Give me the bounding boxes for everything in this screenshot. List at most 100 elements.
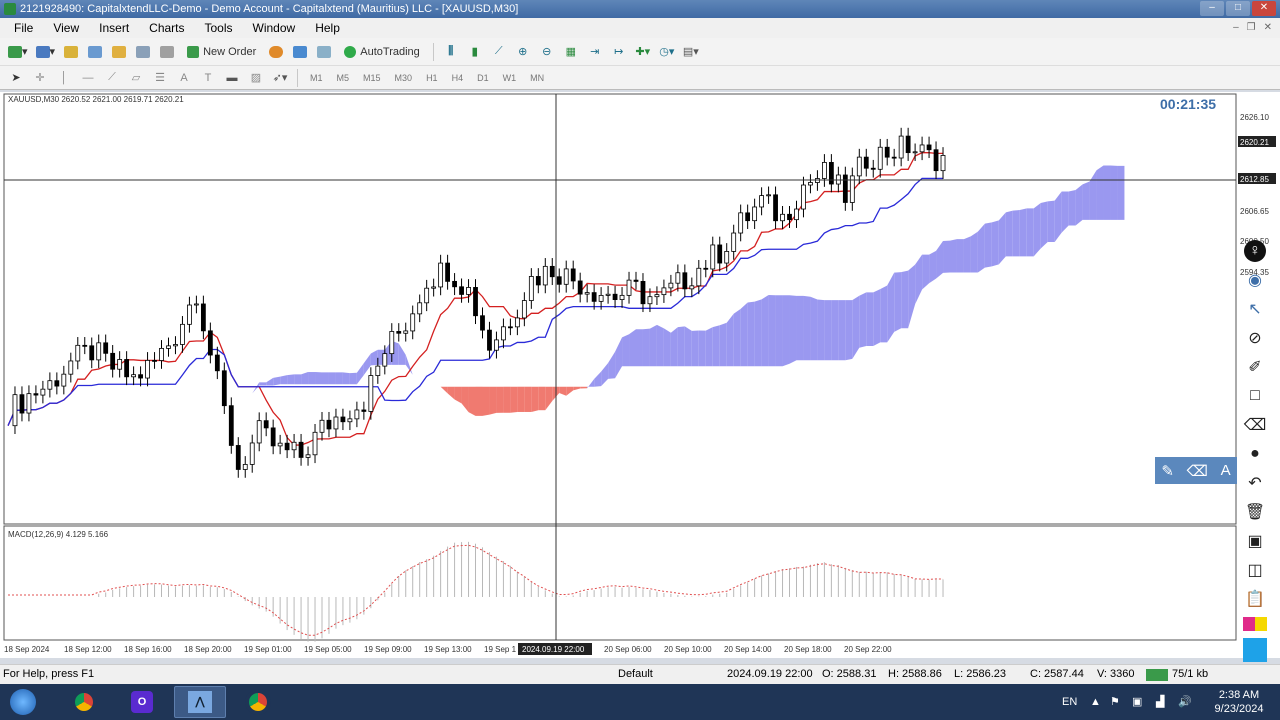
undo-icon[interactable]: ↶ xyxy=(1244,472,1266,494)
cloud-segment xyxy=(1082,181,1090,220)
line-chart-button[interactable]: ⟋ xyxy=(489,42,509,62)
menu-tools[interactable]: Tools xyxy=(195,21,243,35)
crosshair-button[interactable]: ✛ xyxy=(30,68,50,88)
text-button[interactable]: A xyxy=(174,68,194,88)
candlestick-chart-button[interactable]: ▮ xyxy=(465,42,485,62)
metaeditor-button[interactable] xyxy=(266,42,286,62)
navigator-button[interactable] xyxy=(109,42,129,62)
chart-shift-button[interactable]: ⇥ xyxy=(585,42,605,62)
taskbar-obs[interactable]: O xyxy=(116,686,168,718)
tray-app-icon[interactable]: ▣ xyxy=(1132,684,1142,720)
timeframe-m5[interactable]: M5 xyxy=(332,73,355,83)
close-button[interactable]: ✕ xyxy=(1252,1,1276,16)
laser-icon[interactable]: ⊘ xyxy=(1244,327,1266,349)
trash-icon[interactable]: 🗑 xyxy=(1244,501,1266,523)
candle-body xyxy=(773,194,778,222)
horizontal-line-button[interactable]: — xyxy=(78,68,98,88)
templates-button[interactable]: ▤▾ xyxy=(681,42,701,62)
chrome-icon xyxy=(71,689,97,715)
shapes-button[interactable]: ▨ xyxy=(246,68,266,88)
data-window-button[interactable] xyxy=(85,42,105,62)
network-icon[interactable]: ▟ xyxy=(1156,684,1164,720)
color-palette-icon[interactable] xyxy=(1243,617,1267,631)
menu-charts[interactable]: Charts xyxy=(139,21,194,35)
market-watch-button[interactable] xyxy=(61,42,81,62)
candle-body xyxy=(368,375,374,412)
timeframe-m15[interactable]: M15 xyxy=(358,73,386,83)
eraser-icon[interactable]: ⌫ xyxy=(1187,462,1208,480)
timeframe-w1[interactable]: W1 xyxy=(498,73,522,83)
tile-windows-button[interactable]: ▦ xyxy=(561,42,581,62)
fibonacci-button[interactable]: ☰ xyxy=(150,68,170,88)
strategy-tester-button[interactable] xyxy=(157,42,177,62)
taskbar-chrome-2[interactable] xyxy=(232,686,284,718)
mdi-close-button[interactable]: ✕ xyxy=(1264,22,1272,33)
cloud-segment xyxy=(929,250,937,284)
dot-icon[interactable]: ● xyxy=(1244,443,1266,465)
highlighter-icon[interactable]: ✐ xyxy=(1244,356,1266,378)
mdi-minimize-button[interactable]: – xyxy=(1233,22,1239,33)
eye-icon[interactable]: ◉ xyxy=(1244,269,1266,291)
market-button[interactable] xyxy=(314,42,334,62)
eraser-tool-icon[interactable]: ⌫ xyxy=(1244,414,1267,436)
text-label-button[interactable]: T xyxy=(198,68,218,88)
profiles-button[interactable]: ▾ xyxy=(34,42,58,62)
terminal-button[interactable] xyxy=(133,42,153,62)
menu-view[interactable]: View xyxy=(43,21,89,35)
channel-button[interactable]: ▱ xyxy=(126,68,146,88)
tray-clock[interactable]: 2:38 AM 9/23/2024 xyxy=(1208,688,1270,716)
maximize-button[interactable]: □ xyxy=(1226,1,1250,16)
zoom-out-button[interactable]: ⊖ xyxy=(537,42,557,62)
clipboard-icon[interactable]: 📋 xyxy=(1244,588,1266,610)
mdi-restore-button[interactable]: ❐ xyxy=(1247,22,1256,33)
indicators-button[interactable]: ✚▾ xyxy=(633,42,653,62)
candle-body xyxy=(689,285,695,290)
new-chart-button[interactable]: ▾ xyxy=(6,42,30,62)
auto-trading-button[interactable]: AutoTrading xyxy=(338,42,426,62)
rectangle-icon[interactable]: □ xyxy=(1244,385,1266,407)
taskbar-metatrader[interactable]: ⋀ xyxy=(174,686,226,718)
bar-chart-button[interactable]: ⫼ xyxy=(441,42,461,62)
tray-expand-icon[interactable]: ▲ xyxy=(1090,684,1101,720)
timeframe-m30[interactable]: M30 xyxy=(390,73,418,83)
new-order-button[interactable]: New Order xyxy=(181,42,262,62)
signals-button[interactable] xyxy=(290,42,310,62)
menu-window[interactable]: Window xyxy=(243,21,306,35)
lightbulb-icon[interactable]: ♀ xyxy=(1244,240,1266,262)
timeframe-d1[interactable]: D1 xyxy=(472,73,494,83)
timeframe-h4[interactable]: H4 xyxy=(447,73,469,83)
zoom-in-button[interactable]: ⊕ xyxy=(513,42,533,62)
chart-window[interactable]: 2626.102620.212612.852606.652600.502594.… xyxy=(0,92,1280,658)
whiteboard-icon[interactable]: ▣ xyxy=(1244,530,1266,552)
tray-flag-icon[interactable]: ⚑ xyxy=(1110,684,1120,720)
pen-icon[interactable]: ✎ xyxy=(1161,462,1174,480)
chart-canvas[interactable]: 2626.102620.212612.852606.652600.502594.… xyxy=(0,92,1280,658)
timeframe-m1[interactable]: M1 xyxy=(305,73,328,83)
periods-button[interactable]: ◷▾ xyxy=(657,42,677,62)
language-indicator[interactable]: EN xyxy=(1062,684,1077,720)
taskbar-chrome-1[interactable] xyxy=(58,686,110,718)
volume-icon[interactable]: 🔊 xyxy=(1178,684,1192,720)
cloud-segment xyxy=(1061,191,1069,233)
candle-body xyxy=(131,374,137,378)
menu-file[interactable]: File xyxy=(4,21,43,35)
timeframe-mn[interactable]: MN xyxy=(525,73,549,83)
cloud-segment xyxy=(670,327,678,367)
arrows-button[interactable]: ▬ xyxy=(222,68,242,88)
camera-icon[interactable]: ◫ xyxy=(1244,559,1266,581)
arrow-dropdown-button[interactable]: ➶▾ xyxy=(270,68,290,88)
color-swatch-icon[interactable] xyxy=(1243,638,1267,662)
start-button[interactable] xyxy=(0,686,46,718)
pointer-icon[interactable]: ↖ xyxy=(1244,298,1266,320)
timeframe-h1[interactable]: H1 xyxy=(421,73,443,83)
candle-body xyxy=(305,454,311,458)
text-tool-icon[interactable]: A xyxy=(1221,462,1231,479)
minimize-button[interactable]: – xyxy=(1200,1,1224,16)
menu-insert[interactable]: Insert xyxy=(89,21,139,35)
trendline-button[interactable]: ⟋ xyxy=(102,68,122,88)
vertical-line-button[interactable]: │ xyxy=(54,68,74,88)
cursor-button[interactable]: ➤ xyxy=(6,68,26,88)
auto-scroll-button[interactable]: ↦ xyxy=(609,42,629,62)
auto-trading-icon xyxy=(344,45,357,58)
menu-help[interactable]: Help xyxy=(305,21,350,35)
